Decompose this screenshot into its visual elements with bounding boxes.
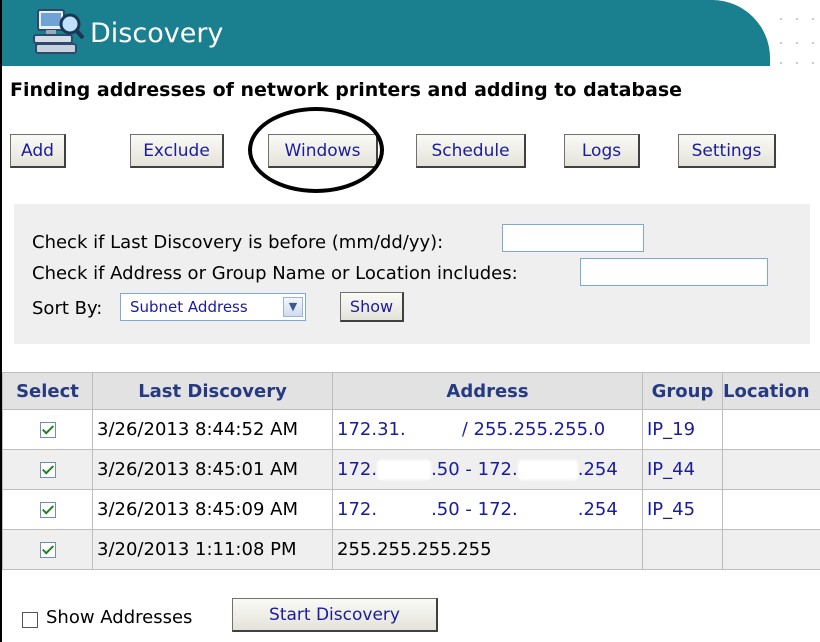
chevron-down-icon[interactable]: ▼ [283, 297, 303, 317]
select-cell [2, 409, 93, 450]
settings-button[interactable]: Settings [678, 134, 776, 168]
sort-by-label: Sort By: [32, 298, 103, 319]
group-cell[interactable]: IP_19 [642, 409, 723, 450]
exclude-button[interactable]: Exclude [130, 134, 224, 168]
group-cell[interactable] [642, 529, 723, 570]
address-filter-input[interactable] [580, 258, 768, 286]
table-header-row: Select Last Discovery Address Group Loca… [2, 372, 820, 410]
add-button[interactable]: Add [10, 134, 66, 168]
redacted-region [405, 420, 462, 440]
network-discovery-icon [33, 9, 85, 54]
address-part: .254 [577, 459, 618, 480]
discovery-table: Select Last Discovery Address Group Loca… [2, 372, 820, 570]
schedule-button[interactable]: Schedule [416, 134, 526, 168]
start-discovery-button[interactable]: Start Discovery [232, 598, 438, 632]
location-cell [722, 449, 820, 490]
address-part: 172.31. [337, 419, 406, 440]
address-cell[interactable]: 172. .50 - 172. .254 [332, 449, 643, 490]
column-header-group[interactable]: Group [642, 372, 723, 410]
location-cell [722, 529, 820, 570]
redacted-region [377, 460, 432, 480]
row-select-checkbox[interactable] [39, 462, 56, 478]
page-subtitle: Finding addresses of network printers an… [10, 79, 683, 101]
table-row: 3/26/2013 8:45:01 AM 172. .50 - 172. .254 … [2, 449, 820, 490]
header-bar: Discovery [2, 0, 770, 66]
address-part: .50 - 172. [431, 459, 518, 480]
table-row: 3/26/2013 8:45:09 AM 172. .50 - 172. .254 … [2, 489, 820, 530]
last-discovery-cell: 3/26/2013 8:45:01 AM [92, 449, 333, 490]
column-header-location[interactable]: Location [722, 372, 820, 410]
address-filter-label: Check if Address or Group Name or Locati… [32, 263, 518, 284]
address-cell: 255.255.255.255 [332, 529, 643, 570]
show-addresses-label: Show Addresses [46, 607, 193, 628]
table-row: 3/26/2013 8:44:52 AM 172.31. / 255.255.25… [2, 409, 820, 450]
location-cell [722, 409, 820, 450]
group-cell[interactable]: IP_44 [642, 449, 723, 490]
show-addresses-checkbox[interactable] [22, 612, 38, 628]
group-cell[interactable]: IP_45 [642, 489, 723, 530]
redacted-region [517, 500, 578, 520]
address-part: 172. [337, 499, 378, 520]
column-header-address[interactable]: Address [332, 372, 643, 410]
last-discovery-cell: 3/26/2013 8:44:52 AM [92, 409, 333, 450]
page-title: Discovery [90, 18, 224, 49]
select-cell [2, 529, 93, 570]
redacted-region [377, 500, 432, 520]
address-cell[interactable]: 172. .50 - 172. .254 [332, 489, 643, 530]
last-discovery-cell: 3/20/2013 1:11:08 PM [92, 529, 333, 570]
column-header-select[interactable]: Select [2, 372, 93, 410]
corner-dot-grid [776, 0, 820, 66]
sort-by-select[interactable]: Subnet Address ▼ [120, 293, 306, 321]
last-discovery-label: Check if Last Discovery is before (mm/dd… [32, 232, 444, 253]
address-part: 172. [337, 459, 378, 480]
sort-by-value: Subnet Address [130, 298, 248, 316]
row-select-checkbox[interactable] [39, 542, 56, 558]
select-cell [2, 489, 93, 530]
column-header-last-discovery[interactable]: Last Discovery [92, 372, 333, 410]
row-select-checkbox[interactable] [39, 502, 56, 518]
last-discovery-cell: 3/26/2013 8:45:09 AM [92, 489, 333, 530]
last-discovery-input[interactable] [502, 224, 644, 252]
logs-button[interactable]: Logs [564, 134, 640, 168]
address-part: .254 [577, 499, 618, 520]
table-row: 3/20/2013 1:11:08 PM 255.255.255.255 [2, 529, 820, 570]
row-select-checkbox[interactable] [39, 422, 56, 438]
windows-button[interactable]: Windows [268, 134, 378, 168]
show-button[interactable]: Show [340, 292, 404, 322]
location-cell [722, 489, 820, 530]
address-part: .50 - 172. [431, 499, 518, 520]
address-part: / 255.255.255.0 [461, 419, 606, 440]
redacted-region [517, 460, 578, 480]
select-cell [2, 449, 93, 490]
filter-panel: Check if Last Discovery is before (mm/dd… [14, 204, 810, 344]
address-cell[interactable]: 172.31. / 255.255.255.0 [332, 409, 643, 450]
